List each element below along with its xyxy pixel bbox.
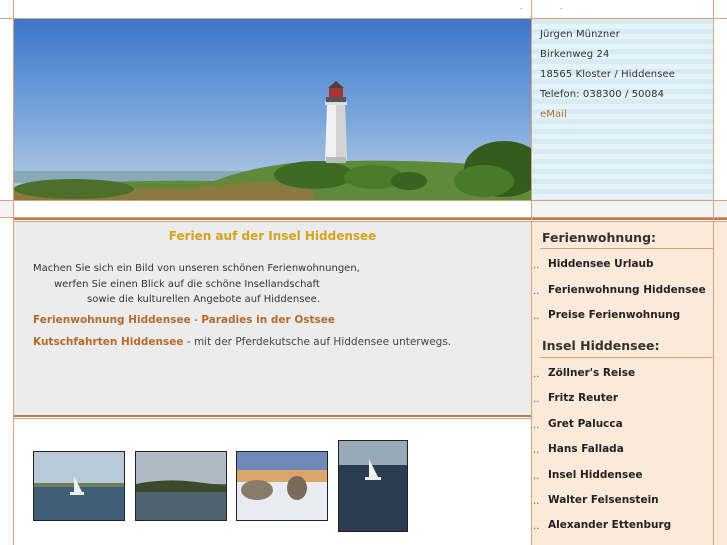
link-ferienwohnung-hiddensee[interactable]: Ferienwohnung Hiddensee bbox=[33, 314, 191, 326]
header-image-lighthouse bbox=[14, 19, 531, 200]
contact-name: Jürgen Münzner bbox=[540, 29, 620, 40]
intro-line: sowie die kulturellen Angebote auf Hidde… bbox=[87, 294, 320, 305]
sidebar-item-label: Preise Ferienwohnung bbox=[548, 309, 681, 321]
separator-band-inner bbox=[14, 201, 531, 217]
sidebar-item-label: Hiddensee Urlaub bbox=[548, 258, 654, 270]
contact-phone: Telefon: 038300 / 50084 bbox=[540, 89, 665, 100]
sidebar-item-label: Walter Felsenstein bbox=[548, 494, 659, 506]
bullet-icon: .. bbox=[533, 369, 540, 380]
link-row-kutschfahrten: Kutschfahrten Hiddensee - mit der Pferde… bbox=[33, 336, 451, 348]
sidebar-nav: Ferienwohnung: .. Hiddensee Urlaub .. Fe… bbox=[532, 222, 713, 545]
contact-panel: Jürgen Münzner Birkenweg 24 18565 Kloste… bbox=[532, 19, 713, 200]
link-row-ferienwohnung: Ferienwohnung Hiddensee - Paradies in de… bbox=[33, 314, 335, 326]
bullet-icon: .. bbox=[533, 521, 540, 532]
sidebar-item-walter-felsenstein[interactable]: .. Walter Felsenstein bbox=[532, 494, 713, 512]
photo-gallery bbox=[14, 422, 531, 545]
sidebar-item-preise-ferienwohnung[interactable]: .. Preise Ferienwohnung bbox=[532, 309, 713, 327]
sidebar-item-fritz-reuter[interactable]: .. Fritz Reuter bbox=[532, 392, 713, 410]
bullet-icon: .. bbox=[533, 311, 540, 322]
bullet-icon: .. bbox=[533, 394, 540, 405]
bullet-icon: .. bbox=[533, 471, 540, 482]
sidebar-heading-ferienwohnung: Ferienwohnung: bbox=[542, 230, 657, 245]
bullet-icon: .. bbox=[533, 445, 540, 456]
contact-street: Birkenweg 24 bbox=[540, 49, 610, 60]
sidebar-item-label: Gret Palucca bbox=[548, 418, 623, 430]
sidebar-heading-insel-hiddensee: Insel Hiddensee: bbox=[542, 338, 660, 353]
sidebar-item-label: Alexander Ettenburg bbox=[548, 519, 672, 531]
frame-line bbox=[713, 0, 714, 545]
link-separator: - bbox=[190, 314, 202, 326]
email-link[interactable]: eMail bbox=[540, 109, 567, 120]
sidebar-divider bbox=[540, 248, 713, 249]
thumb-snowy-winter[interactable] bbox=[236, 451, 328, 521]
sidebar-item-hans-fallada[interactable]: .. Hans Fallada bbox=[532, 443, 713, 461]
sidebar-item-zoellners-reise[interactable]: .. Zöllner's Reise bbox=[532, 367, 713, 385]
sidebar-item-hiddensee-urlaub[interactable]: .. Hiddensee Urlaub bbox=[532, 258, 713, 276]
top-mark: - bbox=[560, 5, 563, 13]
sidebar-item-gret-palucca[interactable]: .. Gret Palucca bbox=[532, 418, 713, 436]
bullet-icon: .. bbox=[533, 496, 540, 507]
sidebar-item-insel-hiddensee[interactable]: .. Insel Hiddensee bbox=[532, 469, 713, 487]
kutschfahrten-description: - mit der Pferdekutsche auf Hiddensee un… bbox=[183, 336, 452, 348]
frame-line bbox=[531, 0, 532, 545]
intro-line: Machen Sie sich ein Bild von unseren sch… bbox=[33, 263, 360, 274]
bullet-icon: .. bbox=[533, 260, 540, 271]
sidebar-item-label: Hans Fallada bbox=[548, 443, 624, 455]
page-title: Ferien auf der Insel Hiddensee bbox=[168, 229, 377, 243]
sidebar-item-label: Ferienwohnung Hiddensee bbox=[548, 284, 706, 296]
contact-city: 18565 Kloster / Hiddensee bbox=[540, 69, 676, 80]
intro-text: Machen Sie sich ein Bild von unseren sch… bbox=[33, 261, 360, 308]
divider-rule bbox=[14, 415, 531, 419]
thumb-sailboat-sea[interactable] bbox=[33, 451, 125, 521]
thumb-coast-evening[interactable] bbox=[135, 451, 227, 521]
frame-line bbox=[13, 0, 14, 545]
sidebar-item-ferienwohnung-hiddensee[interactable]: .. Ferienwohnung Hiddensee bbox=[532, 284, 713, 302]
sidebar-item-label: Insel Hiddensee bbox=[548, 469, 643, 481]
bullet-icon: .. bbox=[533, 286, 540, 297]
separator-band bbox=[0, 200, 727, 218]
top-strip: - - bbox=[0, 0, 727, 19]
main-content: Ferien auf der Insel Hiddensee Machen Si… bbox=[14, 222, 531, 415]
sidebar-item-label: Fritz Reuter bbox=[548, 392, 619, 404]
top-mark: - bbox=[520, 5, 523, 13]
sidebar-item-alexander-ettenburg[interactable]: .. Alexander Ettenburg bbox=[532, 519, 713, 537]
link-kutschfahrten-hiddensee[interactable]: Kutschfahrten Hiddensee bbox=[33, 336, 183, 348]
bullet-icon: .. bbox=[533, 420, 540, 431]
sidebar-item-label: Zöllner's Reise bbox=[548, 367, 636, 379]
link-paradies-ostsee[interactable]: Paradies in der Ostsee bbox=[201, 314, 335, 326]
thumb-sailboat-dark-sea[interactable] bbox=[338, 440, 408, 532]
sidebar-divider bbox=[540, 357, 713, 358]
intro-line: werfen Sie einen Blick auf die schöne In… bbox=[54, 278, 320, 290]
right-margin-strip bbox=[714, 222, 727, 545]
